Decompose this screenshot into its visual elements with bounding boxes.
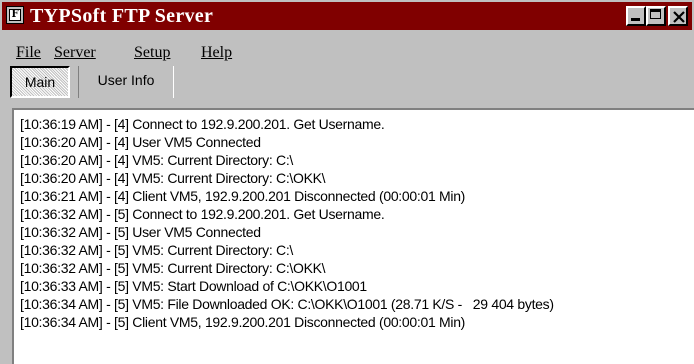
app-icon-glyph: F (9, 9, 21, 21)
close-button[interactable] (668, 6, 688, 26)
app-icon[interactable]: F (6, 6, 24, 24)
log-line: [10:36:21 AM] - [4] Client VM5, 192.9.20… (20, 188, 466, 204)
menu-server-label: Server (54, 44, 96, 61)
tab-main[interactable]: Main (10, 66, 70, 98)
log-line: [10:36:34 AM] - [5] Client VM5, 192.9.20… (20, 314, 466, 330)
menu-bar: File Server Setup Help (2, 32, 692, 62)
tab-user-info[interactable]: User Info (78, 66, 174, 98)
maximize-icon (650, 9, 661, 19)
menu-help-label: Help (201, 44, 233, 61)
tab-bar: Main User Info (0, 66, 694, 102)
log-line: [10:36:32 AM] - [5] VM5: Current Directo… (20, 242, 294, 258)
log-line: [10:36:32 AM] - [5] VM5: Current Directo… (20, 260, 326, 276)
log-line: [10:36:20 AM] - [4] VM5: Current Directo… (20, 170, 326, 186)
title-bar[interactable]: F TYPSoft FTP Server (2, 2, 692, 30)
menu-server[interactable]: Server (54, 44, 96, 62)
menu-setup-label: Setup (134, 44, 171, 61)
menu-file[interactable]: File (16, 44, 41, 62)
window-title: TYPSoft FTP Server (30, 5, 214, 27)
log-line: [10:36:32 AM] - [5] Connect to 192.9.200… (20, 206, 385, 222)
maximize-button[interactable] (646, 6, 666, 26)
log-line: [10:36:32 AM] - [5] User VM5 Connected (20, 224, 261, 240)
menu-help[interactable]: Help (201, 44, 232, 62)
close-icon (673, 11, 685, 23)
ftp-server-window: F TYPSoft FTP Server File Server Setup H… (0, 0, 694, 364)
log-line: [10:36:20 AM] - [4] User VM5 Connected (20, 134, 261, 150)
log-line: [10:36:34 AM] - [5] VM5: File Downloaded… (20, 296, 554, 312)
log-panel[interactable]: [10:36:19 AM] - [4] Connect to 192.9.200… (12, 108, 694, 364)
menu-file-label: File (16, 44, 41, 61)
log-line: [10:36:33 AM] - [5] VM5: Start Download … (20, 278, 367, 294)
log-line: [10:36:19 AM] - [4] Connect to 192.9.200… (20, 116, 385, 132)
minimize-button[interactable] (626, 6, 646, 26)
minimize-icon (631, 18, 640, 21)
menu-setup[interactable]: Setup (134, 44, 170, 62)
log-line: [10:36:20 AM] - [4] VM5: Current Directo… (20, 152, 294, 168)
